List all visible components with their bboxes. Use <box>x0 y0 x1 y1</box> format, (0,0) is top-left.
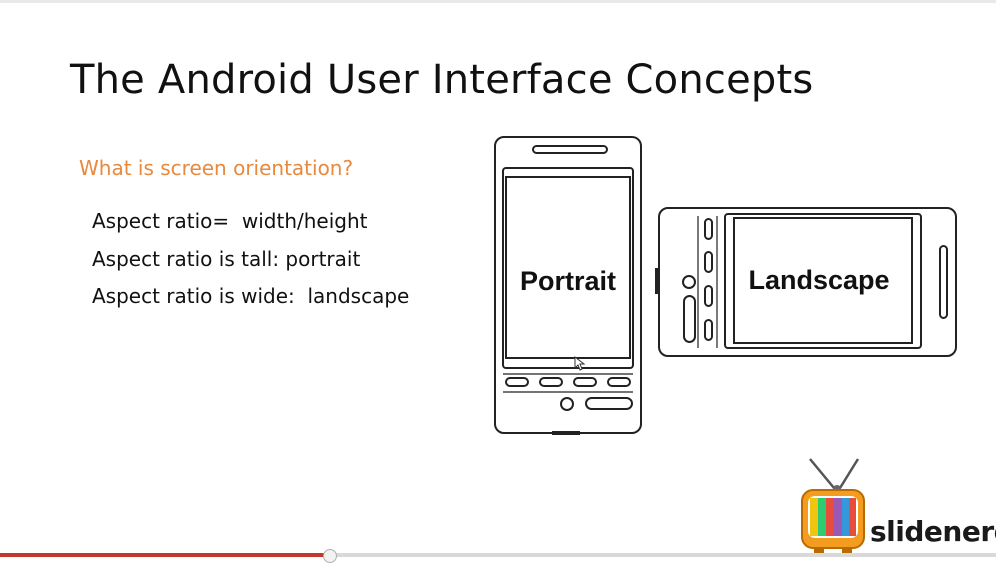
bullet-item: Aspect ratio= width/height <box>92 209 368 233</box>
tv-icon <box>801 458 865 554</box>
playback-progress-fill <box>0 553 329 557</box>
bullet-list: Aspect ratio= width/height Aspect ratio … <box>92 203 409 316</box>
slide-title: The Android User Interface Concepts <box>70 57 814 103</box>
bullet-item: Aspect ratio is wide: landscape <box>92 284 410 308</box>
bullet-item: Aspect ratio is tall: portrait <box>92 246 361 271</box>
phone-illustration: Portrait Landscape <box>494 136 957 435</box>
portrait-label: Portrait <box>520 266 616 296</box>
playback-progress-bar[interactable] <box>0 549 996 563</box>
seek-handle[interactable] <box>322 549 337 563</box>
slide-subtitle: What is screen orientation? <box>79 156 354 180</box>
landscape-label: Landscape <box>748 265 889 295</box>
logo-wordmark: slidenerd <box>870 515 996 548</box>
top-rule <box>0 0 996 3</box>
